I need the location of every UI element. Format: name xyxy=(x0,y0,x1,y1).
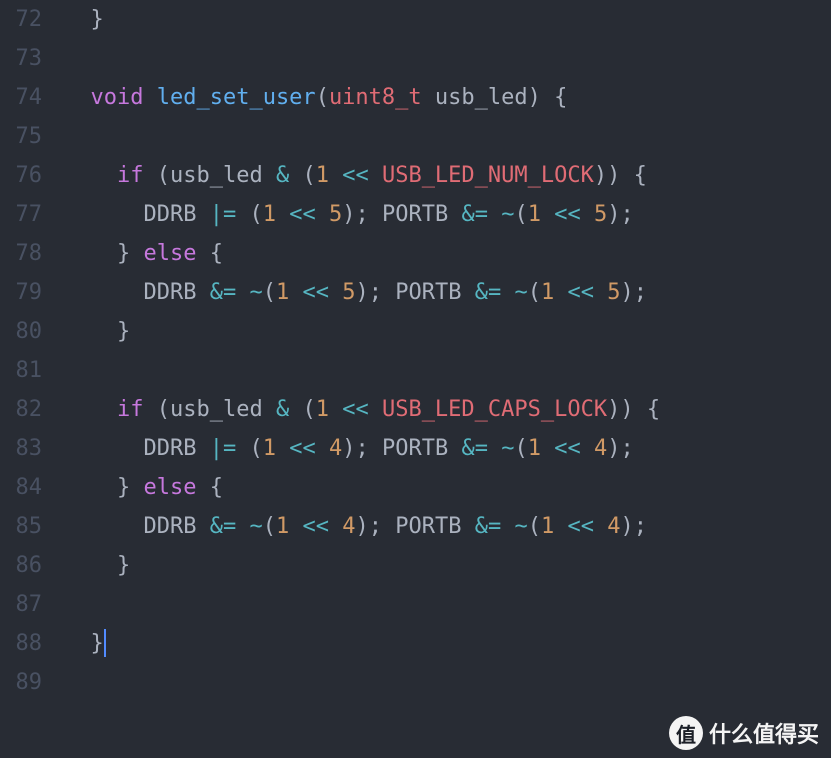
code-line[interactable]: 80 } xyxy=(0,312,831,351)
line-number: 72 xyxy=(0,7,64,32)
line-number: 80 xyxy=(0,319,64,344)
code-content[interactable]: } xyxy=(64,7,831,32)
code-line[interactable]: 86 } xyxy=(0,546,831,585)
line-number: 85 xyxy=(0,514,64,539)
line-number: 78 xyxy=(0,241,64,266)
code-line[interactable]: 81 xyxy=(0,351,831,390)
code-line[interactable]: 73 xyxy=(0,39,831,78)
code-line[interactable]: 89 xyxy=(0,663,831,702)
line-number: 74 xyxy=(0,85,64,110)
code-content[interactable]: } xyxy=(64,319,831,344)
code-content[interactable]: } else { xyxy=(64,475,831,500)
line-number: 89 xyxy=(0,670,64,695)
line-number: 81 xyxy=(0,358,64,383)
line-number: 86 xyxy=(0,553,64,578)
code-line[interactable]: 75 xyxy=(0,117,831,156)
line-number: 76 xyxy=(0,163,64,188)
code-content[interactable]: if (usb_led & (1 << USB_LED_CAPS_LOCK)) … xyxy=(64,397,831,422)
code-line[interactable]: 82 if (usb_led & (1 << USB_LED_CAPS_LOCK… xyxy=(0,390,831,429)
line-number: 83 xyxy=(0,436,64,461)
code-content[interactable]: DDRB |= (1 << 4); PORTB &= ~(1 << 4); xyxy=(64,436,831,461)
line-number: 77 xyxy=(0,202,64,227)
code-line[interactable]: 79 DDRB &= ~(1 << 5); PORTB &= ~(1 << 5)… xyxy=(0,273,831,312)
line-number: 79 xyxy=(0,280,64,305)
code-content[interactable]: } else { xyxy=(64,241,831,266)
code-content[interactable]: void led_set_user(uint8_t usb_led) { xyxy=(64,85,831,110)
watermark-badge-icon: 值 xyxy=(669,716,703,750)
code-line[interactable]: 76 if (usb_led & (1 << USB_LED_NUM_LOCK)… xyxy=(0,156,831,195)
code-content[interactable]: DDRB &= ~(1 << 5); PORTB &= ~(1 << 5); xyxy=(64,280,831,305)
line-number: 87 xyxy=(0,592,64,617)
code-line[interactable]: 77 DDRB |= (1 << 5); PORTB &= ~(1 << 5); xyxy=(0,195,831,234)
line-number: 88 xyxy=(0,631,64,656)
text-cursor xyxy=(104,629,106,657)
code-line[interactable]: 85 DDRB &= ~(1 << 4); PORTB &= ~(1 << 4)… xyxy=(0,507,831,546)
code-line[interactable]: 83 DDRB |= (1 << 4); PORTB &= ~(1 << 4); xyxy=(0,429,831,468)
code-line[interactable]: 78 } else { xyxy=(0,234,831,273)
code-editor[interactable]: 72 } 73 74 void led_set_user(uint8_t usb… xyxy=(0,0,831,702)
code-line[interactable]: 72 } xyxy=(0,0,831,39)
line-number: 82 xyxy=(0,397,64,422)
code-content[interactable]: if (usb_led & (1 << USB_LED_NUM_LOCK)) { xyxy=(64,163,831,188)
code-line[interactable]: 74 void led_set_user(uint8_t usb_led) { xyxy=(0,78,831,117)
code-content[interactable]: } xyxy=(64,553,831,578)
code-line[interactable]: 84 } else { xyxy=(0,468,831,507)
line-number: 84 xyxy=(0,475,64,500)
line-number: 73 xyxy=(0,46,64,71)
code-content[interactable]: DDRB &= ~(1 << 4); PORTB &= ~(1 << 4); xyxy=(64,514,831,539)
code-content[interactable]: DDRB |= (1 << 5); PORTB &= ~(1 << 5); xyxy=(64,202,831,227)
code-line[interactable]: 87 xyxy=(0,585,831,624)
line-number: 75 xyxy=(0,124,64,149)
code-line[interactable]: 88 } xyxy=(0,624,831,663)
code-content[interactable]: } xyxy=(64,630,831,658)
watermark-text: 什么值得买 xyxy=(709,717,819,749)
watermark: 值 什么值得买 xyxy=(669,716,819,750)
